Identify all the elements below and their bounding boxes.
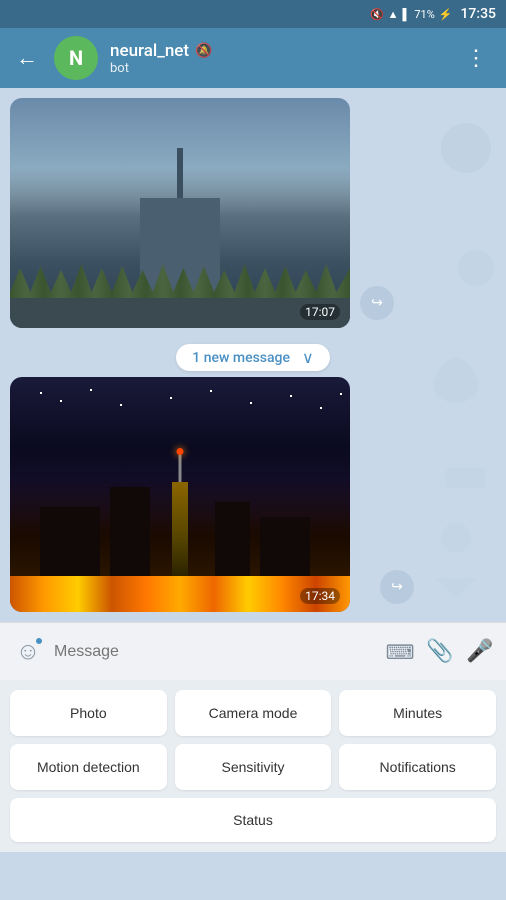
message-image-1: 17:07 bbox=[10, 98, 350, 328]
battery-icon: ⚡ bbox=[439, 8, 453, 21]
img-star bbox=[177, 448, 184, 455]
forward-button-2[interactable]: ↪ bbox=[380, 570, 414, 604]
chat-area: 17:07 ↪ 1 new message ∨ bbox=[0, 88, 506, 622]
bot-buttons-row-1: Photo Camera mode Minutes bbox=[10, 690, 496, 736]
status-button[interactable]: Status bbox=[10, 798, 496, 842]
bluetooth-icon: 🔇 bbox=[370, 8, 384, 21]
bot-buttons-area: Photo Camera mode Minutes Motion detecti… bbox=[0, 680, 506, 852]
minutes-button[interactable]: Minutes bbox=[339, 690, 496, 736]
new-message-text: 1 new message bbox=[192, 350, 290, 366]
chat-subtitle: bot bbox=[110, 61, 447, 76]
wifi-icon: ▲ bbox=[388, 8, 399, 21]
status-icons: 🔇 ▲ ▌ 71% ⚡ 17:35 bbox=[370, 6, 496, 22]
camera-mode-button[interactable]: Camera mode bbox=[175, 690, 332, 736]
img-spire bbox=[179, 454, 182, 482]
message-time-1: 17:07 bbox=[300, 304, 340, 320]
photo-button[interactable]: Photo bbox=[10, 690, 167, 736]
microphone-button[interactable]: 🎤 bbox=[464, 636, 496, 668]
img-building-2 bbox=[110, 487, 150, 577]
forward-icon-1: ↪ bbox=[371, 295, 383, 311]
message-2-container: 17:34 ↪ bbox=[0, 377, 506, 612]
new-message-banner: 1 new message ∨ bbox=[176, 344, 329, 371]
img-stars bbox=[40, 392, 42, 394]
message-time-2: 17:34 bbox=[300, 588, 340, 604]
message-input[interactable] bbox=[54, 633, 376, 671]
chat-header: ← N neural_net 🔕 bot ⋮ bbox=[0, 28, 506, 88]
messages-list: 17:07 ↪ bbox=[0, 88, 506, 338]
forward-button-1[interactable]: ↪ bbox=[360, 286, 394, 320]
img-building-4 bbox=[215, 502, 250, 577]
header-info: neural_net 🔕 bot bbox=[110, 41, 447, 76]
chat-name: neural_net 🔕 bbox=[110, 41, 447, 61]
image-road bbox=[10, 298, 350, 328]
message-image-2: 17:34 bbox=[10, 377, 350, 612]
img-building-1 bbox=[40, 507, 100, 577]
avatar: N bbox=[54, 36, 98, 80]
chevron-down-icon: ∨ bbox=[302, 348, 314, 367]
keyboard-icon: ⌨ bbox=[386, 640, 415, 664]
message-input-area: ☺ ⌨ 📎 🎤 bbox=[0, 622, 506, 680]
emoji-badge bbox=[34, 636, 44, 646]
emoji-button[interactable]: ☺ bbox=[10, 634, 46, 670]
muted-icon: 🔕 bbox=[195, 43, 212, 59]
back-button[interactable]: ← bbox=[12, 41, 42, 75]
battery-level: 71% bbox=[414, 8, 434, 21]
microphone-icon: 🎤 bbox=[466, 639, 493, 664]
paperclip-icon: 📎 bbox=[426, 639, 453, 664]
message-2: 17:34 ↪ bbox=[10, 377, 370, 612]
img-building-3 bbox=[260, 517, 310, 577]
status-bar: 🔇 ▲ ▌ 71% ⚡ 17:35 bbox=[0, 0, 506, 28]
image-spire bbox=[177, 148, 183, 198]
status-time: 17:35 bbox=[460, 6, 496, 22]
more-options-button[interactable]: ⋮ bbox=[459, 42, 494, 75]
new-message-divider[interactable]: 1 new message ∨ bbox=[0, 338, 506, 377]
sensitivity-button[interactable]: Sensitivity bbox=[175, 744, 332, 790]
signal-icon: ▌ bbox=[403, 8, 411, 21]
keyboard-button[interactable]: ⌨ bbox=[384, 636, 416, 668]
bot-buttons-row-2: Motion detection Sensitivity Notificatio… bbox=[10, 744, 496, 790]
message-1: 17:07 ↪ bbox=[10, 98, 350, 328]
img-road-lights bbox=[10, 576, 350, 612]
bot-buttons-row-3: Status bbox=[10, 798, 496, 842]
notifications-button[interactable]: Notifications bbox=[339, 744, 496, 790]
attach-button[interactable]: 📎 bbox=[424, 636, 456, 668]
motion-detection-button[interactable]: Motion detection bbox=[10, 744, 167, 790]
img-tower bbox=[172, 482, 188, 577]
forward-icon-2: ↪ bbox=[391, 579, 403, 595]
